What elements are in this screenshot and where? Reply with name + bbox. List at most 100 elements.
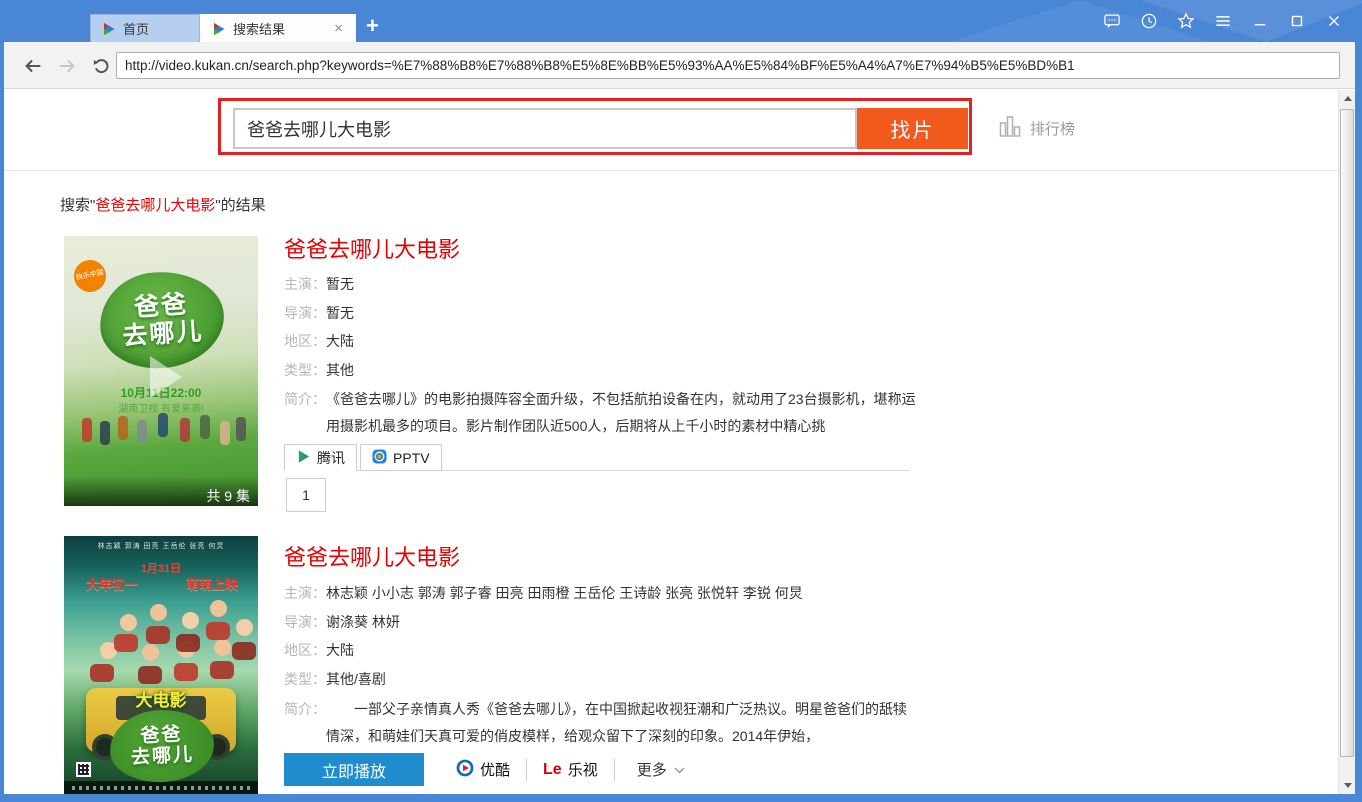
more-label: 更多 — [637, 759, 667, 780]
show-logo-line2: 去哪儿 — [131, 744, 195, 768]
result-2-title[interactable]: 爸爸去哪儿大电影 — [284, 540, 460, 572]
minimize-icon[interactable] — [1241, 0, 1278, 42]
browser-body: 找片 排行榜 搜索"爸爸去哪儿大电影"的结果 快乐中国 — [4, 42, 1355, 794]
tab-home[interactable]: 首页 — [90, 14, 200, 42]
poster-credit-bar — [64, 781, 258, 794]
address-bar-input[interactable] — [116, 52, 1340, 79]
source-label: 优酷 — [480, 759, 510, 780]
source-tab-label: 腾讯 — [317, 448, 345, 468]
titlebar: 首页 搜索结果 × + — [0, 0, 1362, 42]
browser-window: 首页 搜索结果 × + — [0, 0, 1362, 802]
field-label: 简介： — [284, 386, 326, 440]
field-label: 类型： — [284, 670, 326, 689]
field-value: 其他/喜剧 — [326, 670, 386, 689]
show-logo-line2: 去哪儿 — [122, 317, 205, 351]
results-header-keyword: 爸爸去哪儿大电影 — [95, 197, 215, 214]
back-icon[interactable] — [18, 51, 48, 81]
field-value: 大陆 — [326, 332, 354, 351]
result-1-title[interactable]: 爸爸去哪儿大电影 — [284, 232, 460, 264]
letv-icon: Le — [543, 761, 562, 779]
field-label: 导演： — [284, 613, 326, 632]
field-value: 一部父子亲情真人秀《爸爸去哪儿》，在中国掀起收视狂潮和广泛热议。明星爸爸们的舐犊… — [326, 696, 918, 750]
field-value: 大陆 — [326, 641, 354, 660]
field-label: 简介： — [284, 696, 326, 750]
show-logo-line1: 爸爸 — [140, 724, 183, 747]
field-starring: 主演：林志颖 小小志 郭涛 郭子睿 田亮 田雨橙 王岳伦 王诗龄 张亮 张悦轩 … — [284, 584, 803, 603]
bar-chart-icon — [999, 114, 1021, 143]
tencent-video-icon — [296, 449, 311, 467]
scrollbar-up-icon[interactable] — [1339, 90, 1356, 107]
source-youku[interactable]: 优酷 — [456, 759, 510, 781]
results-header-suffix: "的结果 — [215, 197, 265, 214]
result-2-poster[interactable]: 林志颖 郭涛 田亮 王岳伦 张亮 何炅 1月31日 大年初一 萌萌上映 大电影 … — [64, 536, 258, 794]
field-label: 主演： — [284, 275, 326, 294]
field-value: 暂无 — [326, 304, 354, 323]
play-now-button[interactable]: 立即播放 — [284, 753, 424, 786]
new-tab-button[interactable]: + — [356, 12, 387, 42]
source-tab-tencent[interactable]: 腾讯 — [284, 444, 357, 471]
source-tab-label: PPTV — [393, 450, 430, 466]
maximize-icon[interactable] — [1278, 0, 1315, 42]
navigation-toolbar — [4, 42, 1355, 89]
source-tab-pptv[interactable]: PPTV — [360, 444, 442, 471]
field-value: 《爸爸去哪儿》的电影拍摄阵容全面升级，不包括航拍设备在内，就动用了23台摄影机，… — [326, 386, 918, 440]
poster-subtitle: 湖南卫视 有爱来袭! — [64, 400, 258, 415]
field-value: 谢涤葵 林妍 — [326, 613, 400, 632]
pptv-icon — [372, 449, 387, 467]
qr-code — [76, 762, 91, 777]
poster-figures — [82, 418, 92, 442]
result-1-poster[interactable]: 快乐中国 爸爸 去哪儿 10月11日22:00 湖南卫视 有爱来袭! 共 9 集 — [64, 236, 258, 506]
play-overlay-icon[interactable] — [150, 356, 182, 398]
field-director: 导演：暂无 — [284, 304, 354, 323]
field-synopsis: 简介：《爸爸去哪儿》的电影拍摄阵容全面升级，不包括航拍设备在内，就动用了23台摄… — [284, 386, 918, 440]
field-director: 导演：谢涤葵 林妍 — [284, 613, 400, 632]
more-sources-button[interactable]: 更多 — [637, 759, 685, 780]
source-tabs: 腾讯 PPTV — [284, 444, 910, 471]
vertical-scrollbar[interactable] — [1338, 90, 1355, 794]
scrollbar-thumb[interactable] — [1340, 109, 1354, 757]
field-region: 地区：大陆 — [284, 641, 354, 660]
field-value: 林志颖 小小志 郭涛 郭子睿 田亮 田雨橙 王岳伦 王诗龄 张亮 张悦轩 李锐 … — [326, 584, 803, 603]
scrollbar-down-icon[interactable] — [1339, 777, 1356, 794]
field-genre: 类型：其他/喜剧 — [284, 670, 386, 689]
source-letv[interactable]: Le 乐视 — [543, 759, 598, 780]
results-header: 搜索"爸爸去哪儿大电影"的结果 — [60, 194, 266, 215]
close-tab-icon[interactable]: × — [332, 21, 345, 36]
divider — [614, 759, 615, 781]
poster-release-right: 萌萌上映 — [186, 574, 238, 593]
ranking-link[interactable]: 排行榜 — [999, 114, 1075, 143]
movie-tag: 大电影 — [64, 686, 258, 711]
feedback-icon[interactable] — [1093, 0, 1130, 42]
poster-release-left: 大年初一 — [86, 574, 138, 593]
history-icon[interactable] — [1130, 0, 1167, 42]
favorites-star-icon[interactable] — [1167, 0, 1204, 42]
tab-search-results[interactable]: 搜索结果 × — [200, 14, 356, 42]
results-header-prefix: 搜索" — [60, 197, 95, 214]
field-starring: 主演：暂无 — [284, 275, 354, 294]
field-value: 暂无 — [326, 275, 354, 294]
find-video-button[interactable]: 找片 — [857, 108, 968, 149]
field-genre: 类型：其他 — [284, 361, 354, 380]
field-label: 主演： — [284, 584, 326, 603]
forward-icon[interactable] — [52, 51, 82, 81]
menu-icon[interactable] — [1204, 0, 1241, 42]
divider — [526, 759, 527, 781]
source-label: 乐视 — [568, 759, 598, 780]
video-search-input[interactable] — [233, 108, 857, 149]
pagination-page-1[interactable]: 1 — [286, 478, 326, 512]
field-label: 类型： — [284, 361, 326, 380]
field-synopsis: 简介： 一部父子亲情真人秀《爸爸去哪儿》，在中国掀起收视狂潮和广泛热议。明星爸爸… — [284, 696, 918, 750]
poster-figures — [114, 634, 138, 652]
close-window-icon[interactable] — [1315, 0, 1352, 42]
field-label: 地区： — [284, 641, 326, 660]
field-value: 其他 — [326, 361, 354, 380]
search-results: 搜索"爸爸去哪儿大电影"的结果 快乐中国 爸爸 去哪儿 10月11日22:00 … — [4, 172, 1338, 794]
tab-home-label: 首页 — [123, 19, 189, 38]
refresh-icon[interactable] — [86, 51, 116, 81]
poster-figures — [120, 614, 137, 631]
chevron-down-icon — [674, 761, 685, 778]
show-logo-line1: 爸爸 — [133, 290, 189, 322]
youku-icon — [456, 759, 474, 781]
episode-badge: 共 9 集 — [64, 476, 258, 506]
site-favicon-icon — [101, 21, 117, 37]
